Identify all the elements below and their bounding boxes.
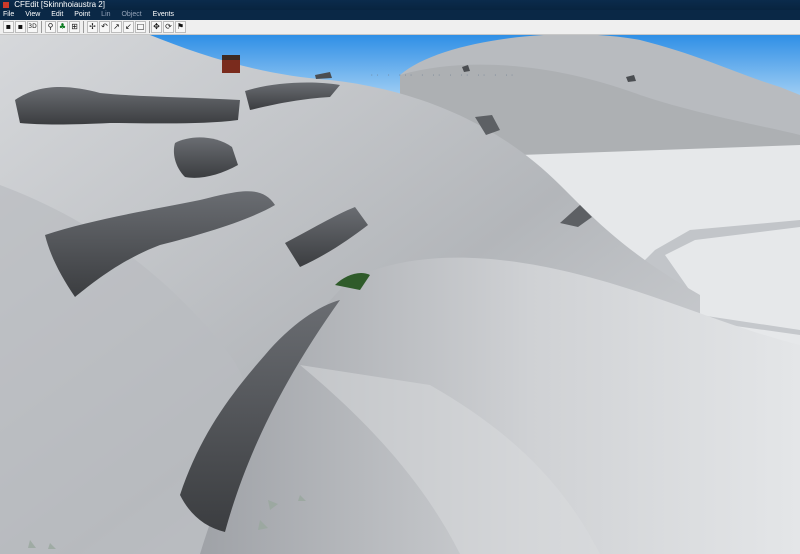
box-icon[interactable]: □ xyxy=(135,21,146,33)
title-bar: CFEdit [Skinnhoiaustra 2] xyxy=(0,0,800,10)
menu-edit[interactable]: Edit xyxy=(51,11,63,18)
move-tool-icon[interactable]: ✥ xyxy=(151,21,162,33)
grid-icon[interactable]: ⊞ xyxy=(69,21,80,33)
menu-bar: File View Edit Point Lin Object Events xyxy=(0,10,800,20)
menu-events[interactable]: Events xyxy=(153,11,174,18)
point-add-icon[interactable]: ✢ xyxy=(87,21,98,33)
menu-point[interactable]: Point xyxy=(74,11,90,18)
line-icon[interactable]: ↙ xyxy=(123,21,134,33)
window-title: CFEdit [Skinnhoiaustra 2] xyxy=(14,0,105,9)
menu-view[interactable]: View xyxy=(25,11,40,18)
tree-icon[interactable]: ♣ xyxy=(57,21,68,33)
menu-object[interactable]: Object xyxy=(121,11,141,18)
toolbar-separator xyxy=(149,21,150,33)
menu-file[interactable]: File xyxy=(3,11,14,18)
flag-icon[interactable]: ⚑ xyxy=(175,21,186,33)
open-icon[interactable]: ▪ xyxy=(15,21,26,33)
person-icon[interactable]: ⚲ xyxy=(45,21,56,33)
menu-lin[interactable]: Lin xyxy=(101,11,110,18)
terrain-render xyxy=(0,34,800,554)
save-icon[interactable]: ▪ xyxy=(3,21,14,33)
point-move-icon[interactable]: ↗ xyxy=(111,21,122,33)
toolbar: ▪ ▪ 3D ⚲ ♣ ⊞ ✢ ↶ ↗ ↙ □ ✥ ⟳ ⚑ xyxy=(0,20,800,35)
toolbar-separator xyxy=(41,21,42,33)
application-window: CFEdit [Skinnhoiaustra 2] File View Edit… xyxy=(0,0,800,554)
toolbar-separator xyxy=(83,21,84,33)
3d-viewport[interactable]: ·· · ··· · ·· · ·· ·· · ·· xyxy=(0,34,800,554)
3d-view-icon[interactable]: 3D xyxy=(27,21,38,33)
app-icon xyxy=(3,1,9,8)
horizon-markers: ·· · ··· · ·· · ·· ·· · ·· xyxy=(370,72,516,79)
rotate-tool-icon[interactable]: ⟳ xyxy=(163,21,174,33)
point-remove-icon[interactable]: ↶ xyxy=(99,21,110,33)
